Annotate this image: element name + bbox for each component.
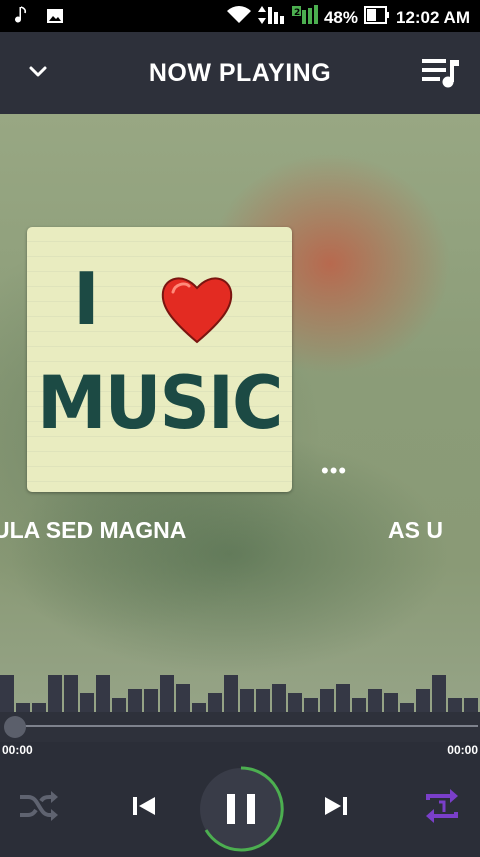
wifi-icon	[226, 5, 252, 30]
visualizer-bar	[448, 698, 462, 712]
visualizer-bar	[112, 698, 126, 712]
song-title-next[interactable]: AS U	[388, 517, 443, 544]
visualizer-bar	[352, 698, 366, 712]
visualizer-bar	[48, 675, 62, 712]
seek-thumb[interactable]	[4, 716, 26, 738]
album-art[interactable]: I MUSIC	[27, 227, 292, 492]
visualizer-bar	[368, 689, 382, 712]
clock: 12:02 AM	[395, 7, 470, 27]
app-bar: NOW PLAYING	[0, 32, 480, 114]
visualizer-bar	[272, 684, 286, 712]
song-title-current[interactable]: ULA SED MAGNA	[0, 517, 186, 544]
visualizer-bar	[32, 703, 46, 712]
seek-track[interactable]	[16, 725, 478, 727]
visualizer-bar	[176, 684, 190, 712]
visualizer-bar	[432, 675, 446, 712]
battery-percent: 48%	[323, 7, 358, 27]
visualizer-bar	[0, 675, 14, 712]
seek-bar[interactable]	[0, 712, 480, 742]
skip-next-icon[interactable]	[322, 792, 350, 820]
visualizer-bar	[304, 698, 318, 712]
visualizer-bar	[208, 693, 222, 712]
visualizer-bar	[256, 689, 270, 712]
battery-icon	[363, 6, 390, 29]
now-playing-background: I MUSIC ••• ULA SED MAGNA AS U	[0, 114, 480, 714]
visualizer-bar	[80, 693, 94, 712]
visualizer-bar	[240, 689, 254, 712]
skip-previous-icon[interactable]	[130, 792, 158, 820]
visualizer-bar	[320, 689, 334, 712]
playback-controls	[0, 760, 480, 854]
visualizer-bar	[192, 703, 206, 712]
heart-icon	[159, 272, 235, 348]
playlist-icon[interactable]	[420, 56, 462, 90]
album-art-text-music: MUSIC	[37, 359, 283, 447]
total-time: 00:00	[447, 743, 478, 757]
visualizer-bar	[160, 675, 174, 712]
visualizer-bar	[416, 689, 430, 712]
play-pause-button[interactable]	[198, 766, 284, 852]
repeat-one-icon[interactable]	[422, 786, 462, 826]
shuffle-icon[interactable]	[18, 789, 58, 823]
data-arrows-icon	[257, 4, 286, 31]
status-bar: 2 48% 12:02 AM	[0, 0, 480, 32]
svg-text:2: 2	[294, 8, 300, 18]
music-note-icon	[14, 6, 28, 31]
audio-visualizer	[0, 660, 480, 712]
more-options-icon[interactable]: •••	[321, 458, 347, 484]
visualizer-bar	[144, 689, 158, 712]
pause-icon	[227, 794, 235, 824]
visualizer-bar	[288, 693, 302, 712]
signal-icon: 2	[291, 4, 318, 31]
visualizer-bar	[384, 693, 398, 712]
visualizer-bar	[336, 684, 350, 712]
visualizer-bar	[128, 689, 142, 712]
visualizer-bar	[96, 675, 110, 712]
elapsed-time: 00:00	[2, 743, 33, 757]
visualizer-bar	[400, 703, 414, 712]
image-icon	[46, 7, 64, 30]
album-art-text-i: I	[73, 257, 100, 341]
visualizer-bar	[464, 698, 478, 712]
page-title: NOW PLAYING	[148, 59, 332, 87]
visualizer-bar	[16, 703, 30, 712]
visualizer-bar	[64, 675, 78, 712]
visualizer-bar	[224, 675, 238, 712]
